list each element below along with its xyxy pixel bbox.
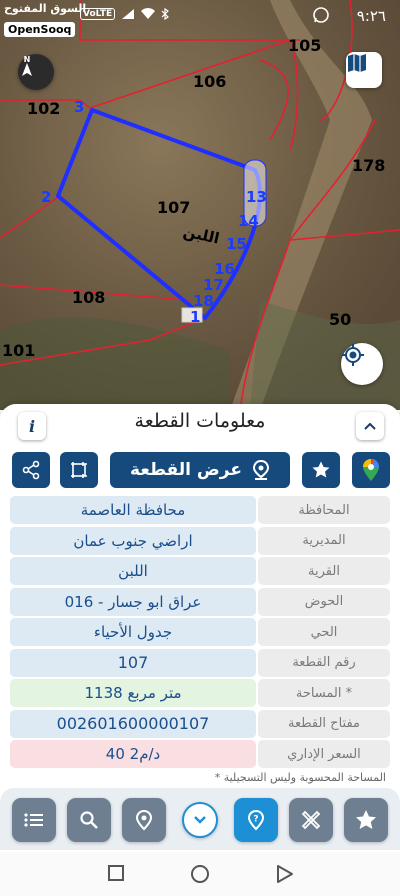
basin-label: الحوض	[258, 587, 390, 616]
village-label: القرية	[258, 557, 390, 585]
status-bar: السوق المفتوح OpenSooq VoLTE ٩:٢٦	[0, 0, 400, 37]
plot-number-101: 101	[2, 341, 36, 360]
plot-number-106: 106	[193, 72, 227, 91]
location-pin-icon	[252, 460, 269, 480]
measure-button[interactable]	[289, 798, 333, 842]
vertex-label: 15	[226, 235, 247, 253]
brand-logo: OpenSooq	[4, 22, 76, 37]
share-button[interactable]	[12, 452, 50, 488]
google-maps-button[interactable]	[352, 452, 390, 488]
wifi-icon	[141, 8, 156, 19]
map-type-button[interactable]	[346, 52, 382, 88]
vertex-label: 13	[246, 188, 267, 206]
plot-number-107: 107	[157, 198, 191, 217]
plot-number-value: 107	[10, 648, 256, 677]
search-button[interactable]	[67, 798, 111, 842]
plot-number-102: 102	[27, 99, 61, 118]
map-view[interactable]: 105 106 102 178 107 108 50 101 اللبن 3 2…	[0, 0, 400, 410]
plot-number-105: 105	[288, 36, 322, 55]
plot-info-panel: i معلومات القطعة عرض القطعة محافظة العاص…	[0, 404, 400, 844]
row-basin: عراق ابو جسار - 016 الحوض	[10, 587, 390, 616]
admin-price-value: 40 د/م2	[10, 740, 256, 768]
row-directorate: اراضي جنوب عمان المديرية	[10, 526, 390, 555]
home-icon[interactable]	[190, 864, 210, 884]
plot-number-label: رقم القطعة	[258, 648, 390, 677]
signal-icon	[122, 9, 135, 19]
list-icon	[24, 813, 43, 827]
frame-icon	[71, 462, 87, 478]
collapse-button[interactable]	[356, 412, 384, 440]
directorate-value: اراضي جنوب عمان	[10, 526, 256, 555]
location-question-icon: ?	[247, 809, 265, 831]
map-icon	[348, 54, 366, 72]
basin-value: عراق ابو جسار - 016	[10, 587, 256, 616]
plot-key-value: 002601600000107	[10, 709, 256, 738]
plot-frame-button[interactable]	[60, 452, 98, 488]
governorate-label: المحافظة	[258, 496, 390, 524]
plot-number-108: 108	[72, 288, 106, 307]
vertex-label: 1	[190, 308, 201, 326]
row-plot-number: 107 رقم القطعة	[10, 648, 390, 677]
chevron-down-icon	[194, 816, 206, 824]
vertex-label: 14	[238, 212, 259, 230]
show-plot-label: عرض القطعة	[130, 460, 242, 480]
vertex-label: 3	[74, 98, 85, 116]
row-area: 1138 متر مربع المساحة *	[10, 679, 390, 707]
recents-icon[interactable]	[107, 864, 125, 882]
favorites-button[interactable]	[344, 798, 388, 842]
action-bar: عرض القطعة	[0, 452, 400, 488]
crosshair-icon	[342, 344, 364, 366]
bluetooth-icon	[161, 8, 170, 20]
expand-toolbar-button[interactable]	[182, 802, 218, 838]
plot-info-button[interactable]: ?	[234, 798, 278, 842]
locate-me-button[interactable]	[341, 343, 383, 385]
clock: ٩:٢٦	[356, 7, 386, 25]
neighborhood-label: الحي	[258, 618, 390, 646]
status-icons: VoLTE	[80, 8, 170, 20]
admin-price-label: السعر الإداري	[258, 740, 390, 768]
svg-text:?: ?	[253, 815, 258, 825]
google-maps-icon	[363, 459, 379, 481]
row-admin-price: 40 د/م2 السعر الإداري	[10, 740, 390, 768]
plot-number-50: 50	[329, 310, 352, 329]
north-arrow-icon: N	[22, 55, 32, 76]
village-value: اللبن	[10, 557, 256, 585]
row-governorate: محافظة العاصمة المحافظة	[10, 496, 390, 524]
panel-title: معلومات القطعة	[134, 410, 266, 432]
governorate-value: محافظة العاصمة	[10, 496, 256, 524]
neighborhood-value: جدول الأحياء	[10, 618, 256, 646]
favorite-button[interactable]	[302, 452, 340, 488]
list-button[interactable]	[12, 798, 56, 842]
map-canvas	[0, 0, 400, 410]
plot-key-label: مفتاح القطعة	[258, 709, 390, 738]
star-icon	[312, 461, 330, 478]
plot-number-178: 178	[352, 156, 386, 175]
row-village: اللبن القرية	[10, 557, 390, 585]
star-icon	[356, 810, 376, 829]
area-label: المساحة *	[258, 679, 390, 707]
directorate-label: المديرية	[258, 526, 390, 555]
compass-button[interactable]: N	[18, 54, 54, 90]
share-icon	[22, 460, 40, 480]
chevron-up-icon	[364, 422, 376, 430]
location-button[interactable]	[122, 798, 166, 842]
back-icon[interactable]	[276, 864, 294, 884]
show-plot-button[interactable]: عرض القطعة	[110, 452, 290, 488]
plot-details-table: محافظة العاصمة المحافظة اراضي جنوب عمان …	[10, 496, 390, 771]
search-icon	[80, 811, 98, 829]
vertex-label: 2	[41, 188, 52, 206]
volte-badge: VoLTE	[80, 8, 116, 20]
system-nav-bar	[0, 852, 400, 896]
svg-text:N: N	[24, 55, 31, 64]
area-footnote: * المساحة المحسوبة وليس التسجيلية	[214, 771, 386, 784]
ruler-pencil-icon	[301, 810, 321, 830]
whatsapp-icon	[313, 7, 329, 23]
row-neighborhood: جدول الأحياء الحي	[10, 618, 390, 646]
location-pin-icon	[135, 809, 153, 831]
area-value: 1138 متر مربع	[10, 679, 256, 707]
bottom-toolbar: ?	[0, 788, 400, 850]
brand-name-arabic: السوق المفتوح	[4, 2, 87, 15]
row-plot-key: 002601600000107 مفتاح القطعة	[10, 709, 390, 738]
